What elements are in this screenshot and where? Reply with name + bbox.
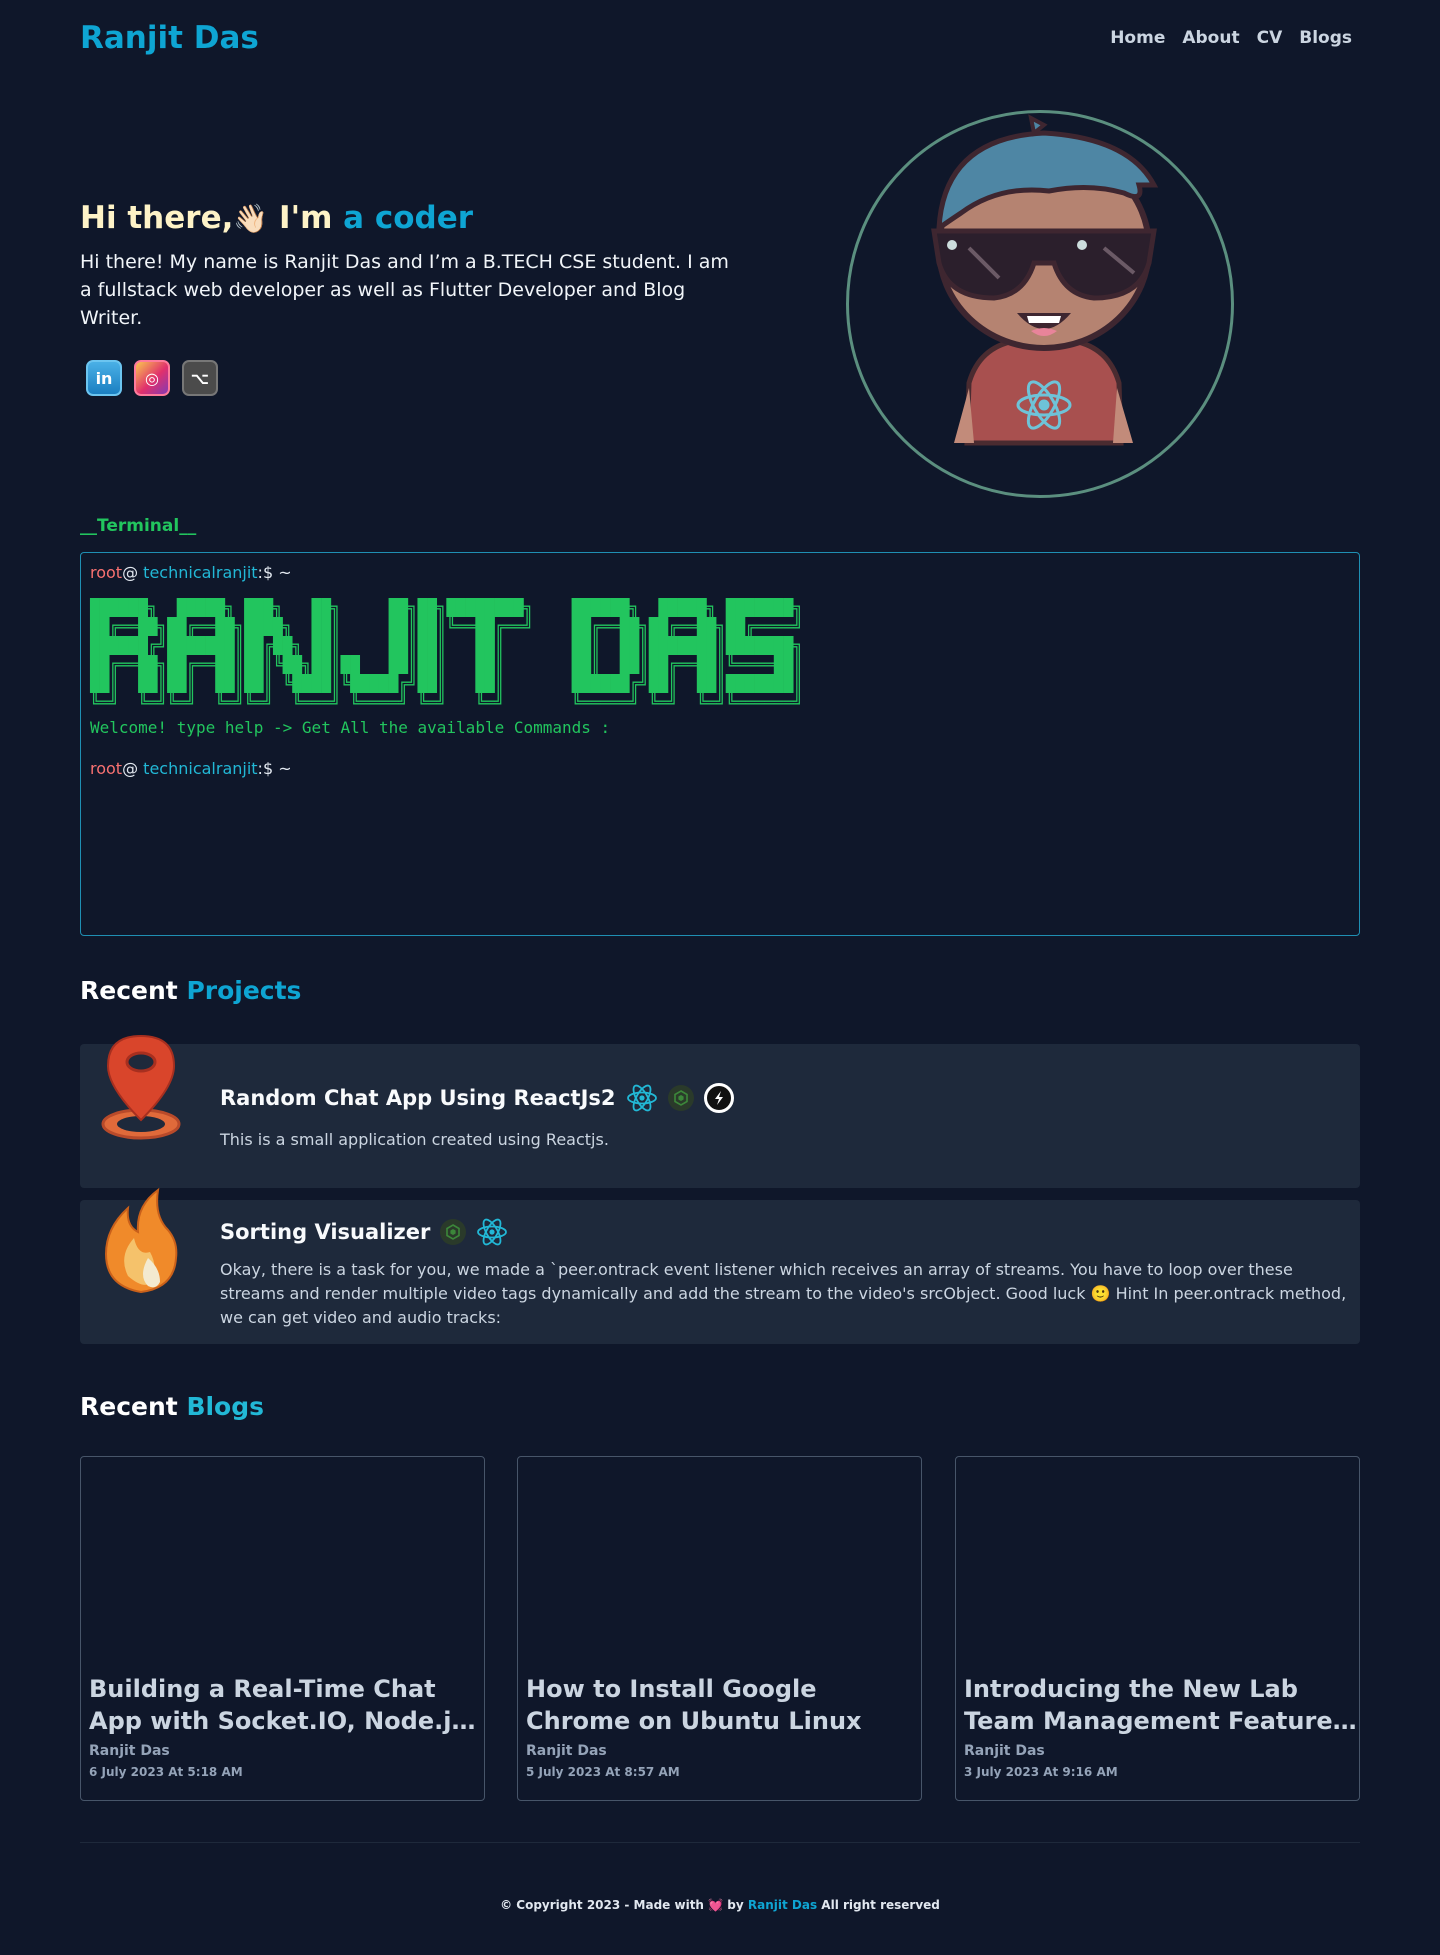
fire-icon — [104, 1187, 178, 1294]
prompt-suffix: :$ ~ — [257, 759, 292, 778]
react-icon — [476, 1216, 508, 1248]
cartoon-avatar-icon — [931, 114, 1159, 446]
instagram-icon[interactable]: ◎ — [134, 360, 170, 396]
project-body: Sorting Visualizer Okay, there is a task… — [220, 1216, 1348, 1330]
avatar — [846, 110, 1234, 498]
project-body: Random Chat App Using ReactJs2 This is a… — [220, 1082, 1348, 1152]
blog-card[interactable]: How to Install Google Chrome on Ubuntu L… — [517, 1456, 922, 1801]
nodejs-icon — [440, 1219, 467, 1245]
github-icon[interactable]: ⌥ — [182, 360, 218, 396]
projects-heading-accent: Projects — [186, 976, 302, 1005]
project-card[interactable]: Random Chat App Using ReactJs2 This is a… — [80, 1034, 1360, 1188]
prompt-at: @ — [122, 563, 144, 582]
blog-card[interactable]: Introducing the New Lab Team Management … — [955, 1456, 1360, 1801]
footer-rights: All right reserved — [817, 1898, 940, 1912]
prompt-at: @ — [122, 759, 144, 778]
project-title-text: Random Chat App Using ReactJs2 — [220, 1086, 616, 1110]
footer-copyright: © Copyright 2023 - Made with — [500, 1898, 709, 1912]
footer-by: by — [723, 1898, 748, 1912]
footer-author-link[interactable]: Ranjit Das — [748, 1898, 817, 1912]
hero-bio: Hi there! My name is Ranjit Das and I’m … — [80, 251, 729, 329]
greeting-text: Hi there, — [80, 200, 234, 236]
prompt-user: root — [90, 563, 123, 582]
im-text: I'm — [268, 200, 344, 236]
nav-cv[interactable]: CV — [1257, 28, 1283, 48]
project-description: This is a small application created usin… — [220, 1130, 609, 1149]
waving-hand-icon: 👋🏻 — [233, 202, 269, 235]
blog-title[interactable]: Building a Real-Time Chat App with Socke… — [89, 1673, 482, 1737]
terminal-window[interactable]: root@ technicalranjit:$ ~ ██████╗ █████╗… — [80, 552, 1360, 936]
terminal-label: __Terminal__ — [80, 516, 197, 536]
hero-section: Hi there,👋🏻 I'm a coder Hi there! My nam… — [80, 200, 740, 396]
blogs-heading-accent: Blogs — [186, 1392, 265, 1421]
project-description: Okay, there is a task for you, we made a… — [220, 1260, 1347, 1327]
ascii-banner: ██████╗ █████╗ ███╗ ██╗ ██╗██╗████████╗ … — [90, 598, 803, 712]
prompt-host: technicalranjit — [143, 563, 258, 582]
terminal-input-prompt[interactable]: root@ technicalranjit:$ ~ — [90, 759, 1350, 778]
projects-heading-plain: Recent — [80, 976, 187, 1005]
blogs-heading: Recent Blogs — [80, 1392, 264, 1421]
blog-title[interactable]: Introducing the New Lab Team Management … — [964, 1673, 1357, 1737]
project-title: Sorting Visualizer — [220, 1216, 1348, 1248]
blog-card[interactable]: Building a Real-Time Chat App with Socke… — [80, 1456, 485, 1801]
hero-greeting: Hi there,👋🏻 I'm a coder — [80, 200, 740, 236]
nav-home[interactable]: Home — [1110, 28, 1165, 48]
footer-divider — [80, 1842, 1360, 1843]
hero-role: a coder — [343, 200, 474, 236]
site-header: Ranjit Das Home About CV Blogs — [80, 0, 1360, 75]
blog-date: 3 July 2023 At 9:16 AM — [964, 1765, 1118, 1779]
blog-date: 6 July 2023 At 5:18 AM — [89, 1765, 243, 1779]
nav-about[interactable]: About — [1182, 28, 1239, 48]
brand-logo[interactable]: Ranjit Das — [80, 20, 259, 56]
social-links: in ◎ ⌥ — [86, 360, 740, 396]
blog-author: Ranjit Das — [526, 1743, 607, 1759]
prompt-user: root — [90, 759, 123, 778]
blogs-heading-plain: Recent — [80, 1392, 187, 1421]
nextjs-icon — [703, 1083, 734, 1113]
main-nav: Home About CV Blogs — [1110, 28, 1352, 48]
terminal-welcome: Welcome! type help -> Get All the availa… — [90, 718, 611, 737]
linkedin-icon[interactable]: in — [86, 360, 122, 396]
heart-icon: 💓 — [708, 1898, 724, 1912]
react-icon — [626, 1082, 658, 1114]
project-card[interactable]: Sorting Visualizer Okay, there is a task… — [80, 1187, 1360, 1344]
nav-blogs[interactable]: Blogs — [1299, 28, 1352, 48]
blog-author: Ranjit Das — [964, 1743, 1045, 1759]
prompt-suffix: :$ ~ — [257, 563, 292, 582]
blog-title[interactable]: How to Install Google Chrome on Ubuntu L… — [526, 1673, 919, 1737]
nodejs-icon — [667, 1085, 694, 1111]
project-title-text: Sorting Visualizer — [220, 1220, 431, 1244]
prompt-host: technicalranjit — [143, 759, 258, 778]
blog-date: 5 July 2023 At 8:57 AM — [526, 1765, 680, 1779]
project-title: Random Chat App Using ReactJs2 — [220, 1082, 1348, 1114]
terminal-prompt: root@ technicalranjit:$ ~ — [90, 563, 1350, 582]
site-footer: © Copyright 2023 - Made with 💓 by Ranjit… — [0, 1898, 1440, 1912]
projects-heading: Recent Projects — [80, 976, 301, 1005]
blog-author: Ranjit Das — [89, 1743, 170, 1759]
location-pin-icon — [101, 1034, 181, 1140]
